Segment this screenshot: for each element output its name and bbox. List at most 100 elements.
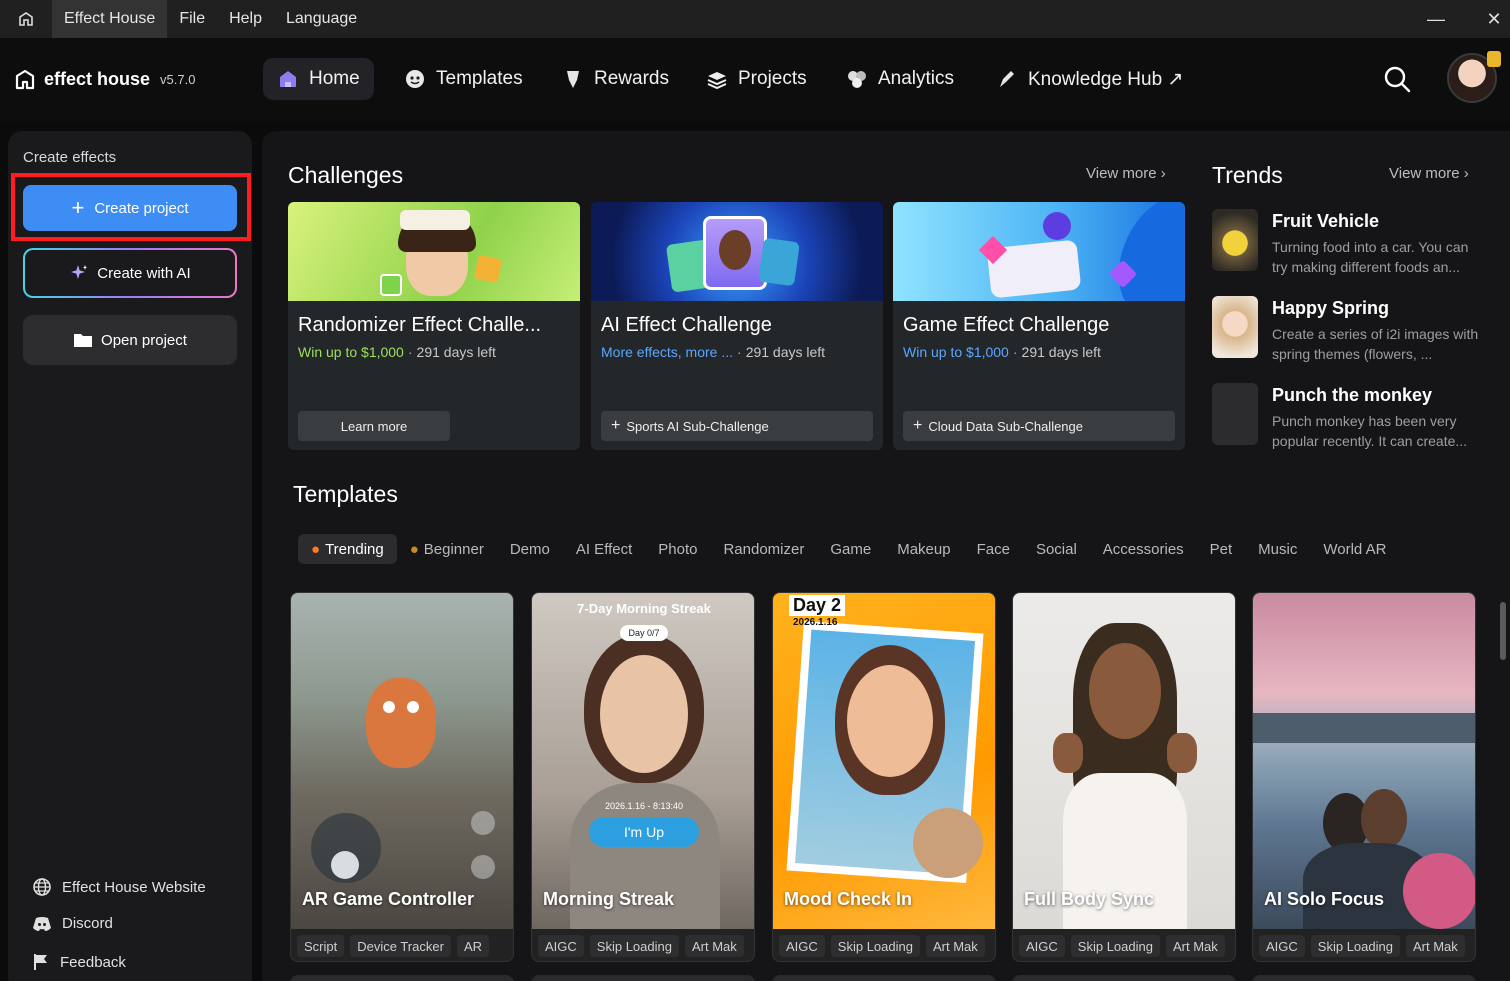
menu-effect-house[interactable]: Effect House [52, 0, 168, 38]
template-preview [291, 593, 513, 929]
template-preview: 7-Day Morning Streak Day 0/7 2026.1.16 -… [532, 593, 754, 929]
challenges-view-more[interactable]: View more › [1086, 165, 1166, 182]
nav-projects-label: Projects [738, 68, 807, 89]
tab-trending[interactable]: ● Trending [298, 534, 397, 564]
sub-challenge-button[interactable]: + Sports AI Sub-Challenge [601, 411, 873, 441]
template-tags: AIGC Skip Loading Art Mak [538, 935, 750, 957]
sub-challenge-button[interactable]: + Cloud Data Sub-Challenge [903, 411, 1175, 441]
create-with-ai-button[interactable]: Create with AI [23, 248, 237, 298]
template-card-next[interactable] [1012, 975, 1236, 981]
trend-title: Happy Spring [1272, 298, 1390, 318]
nav-templates[interactable]: Templates [390, 58, 537, 100]
challenge-card[interactable]: Game Effect Challenge Win up to $1,000 · 2… [893, 202, 1185, 450]
learn-more-button[interactable]: Learn more [298, 411, 450, 441]
trend-description: Punch monkey has been very popular recen… [1272, 413, 1468, 449]
challenge-card[interactable]: AI Effect Challenge More effects, more .… [591, 202, 883, 450]
effect-house-website-label: Effect House Website [62, 878, 206, 896]
scrollbar[interactable] [1500, 602, 1506, 660]
discord-link[interactable]: Discord [32, 915, 113, 932]
template-name: Mood Check In [784, 889, 913, 909]
close-button[interactable]: ✕ [1470, 0, 1510, 38]
rewards-icon [567, 71, 579, 88]
tag: AR [456, 935, 489, 957]
tag: AIGC [779, 935, 825, 957]
menu-file[interactable]: File [167, 0, 217, 38]
trend-thumbnail [1212, 296, 1258, 358]
nav-home[interactable]: Home [263, 58, 374, 100]
trends-view-more[interactable]: View more › [1389, 165, 1469, 182]
tab-face[interactable]: Face [964, 534, 1023, 564]
nav-analytics-label: Analytics [878, 68, 955, 89]
tag: Script [297, 935, 345, 957]
template-card-next[interactable] [1252, 975, 1476, 981]
tag: Device Tracker [350, 935, 451, 957]
logo[interactable]: effect house v5.7.0 [14, 68, 195, 90]
tab-ai-effect[interactable]: AI Effect [563, 534, 645, 564]
trend-description: Turning food into a car. You can try mak… [1272, 239, 1469, 275]
flag-icon [34, 954, 47, 970]
challenge-card[interactable]: Randomizer Effect Challe... Win up to $1… [288, 202, 580, 450]
template-card[interactable]: AI Solo Focus AIGC Skip Loading Art Mak [1252, 592, 1476, 962]
open-project-button[interactable]: Open project [23, 315, 237, 365]
minimize-button[interactable]: — [1412, 0, 1460, 38]
plus-icon: + [913, 417, 923, 434]
sidebar-title: Create effects [23, 149, 117, 166]
template-card-next[interactable] [290, 975, 514, 981]
nav-home-label: Home [309, 68, 360, 89]
tab-demo[interactable]: Demo [497, 534, 563, 564]
tab-music[interactable]: Music [1245, 534, 1310, 564]
template-card[interactable]: 7-Day Morning Streak Day 0/7 2026.1.16 -… [531, 592, 755, 962]
nav-projects[interactable]: Projects [692, 58, 821, 100]
challenge-banner [893, 202, 1185, 301]
template-card[interactable]: AR Game Controller Script Device Tracker… [290, 592, 514, 962]
nav-knowledge-hub[interactable]: Knowledge Hub ↗ [982, 58, 1197, 100]
projects-icon [707, 72, 727, 90]
tab-beginner[interactable]: ● Beginner [397, 534, 497, 564]
menu-language[interactable]: Language [274, 0, 369, 38]
challenge-title: Game Effect Challenge [903, 314, 1110, 336]
app-home-icon[interactable] [0, 0, 52, 38]
tag: Skip Loading [1070, 935, 1160, 957]
tab-social[interactable]: Social [1023, 534, 1090, 564]
tag: Skip Loading [830, 935, 920, 957]
effect-house-website-link[interactable]: Effect House Website [32, 877, 206, 897]
tab-accessories[interactable]: Accessories [1090, 534, 1197, 564]
tab-makeup[interactable]: Makeup [884, 534, 963, 564]
trend-title: Punch the monkey [1272, 385, 1433, 405]
template-card-next[interactable] [772, 975, 996, 981]
template-card-next[interactable] [531, 975, 755, 981]
search-icon[interactable] [1380, 62, 1414, 96]
tab-game[interactable]: Game [817, 534, 884, 564]
trends-title: Trends [1212, 162, 1283, 188]
sidebar: Create effects + Create project Create w… [8, 131, 252, 981]
tab-world-ar[interactable]: World AR [1310, 534, 1399, 564]
tab-photo[interactable]: Photo [645, 534, 710, 564]
trend-item[interactable]: Punch the monkey Punch monkey has been v… [1212, 383, 1488, 453]
home-icon [280, 71, 296, 87]
sub-challenge-label: Cloud Data Sub-Challenge [928, 418, 1083, 434]
title-bar: Effect House File Help Language — ✕ [0, 0, 1510, 38]
template-card[interactable]: Full Body Sync AIGC Skip Loading Art Mak [1012, 592, 1236, 962]
template-card[interactable]: Day 2 2026.1.16 Mood Check In AIGC Skip … [772, 592, 996, 962]
trend-item[interactable]: Fruit Vehicle Turning food into a car. Y… [1212, 209, 1488, 279]
tab-randomizer[interactable]: Randomizer [710, 534, 817, 564]
overlay-day: Day 0/7 [620, 625, 668, 641]
discord-icon [33, 916, 51, 931]
trend-description: Create a series of i2i images with sprin… [1272, 326, 1479, 362]
beginner-icon: ● [409, 540, 419, 558]
menu-help[interactable]: Help [217, 0, 274, 38]
challenge-meta: Win up to $1,000 · 291 days left [298, 344, 496, 360]
trend-item[interactable]: Happy Spring Create a series of i2i imag… [1212, 296, 1488, 366]
template-preview: Day 2 2026.1.16 [773, 593, 995, 929]
tag: AIGC [1259, 935, 1305, 957]
template-tags: AIGC Skip Loading Art Mak [1259, 935, 1471, 957]
challenge-meta: More effects, more ... · 291 days left [601, 344, 826, 360]
discord-label: Discord [62, 915, 113, 932]
feedback-link[interactable]: Feedback [32, 953, 126, 971]
tab-pet[interactable]: Pet [1197, 534, 1246, 564]
template-name: Full Body Sync [1024, 889, 1155, 909]
tag: Art Mak [684, 935, 744, 957]
nav-analytics[interactable]: Analytics [832, 58, 968, 100]
tag: Skip Loading [1310, 935, 1400, 957]
nav-rewards[interactable]: Rewards [548, 58, 683, 100]
